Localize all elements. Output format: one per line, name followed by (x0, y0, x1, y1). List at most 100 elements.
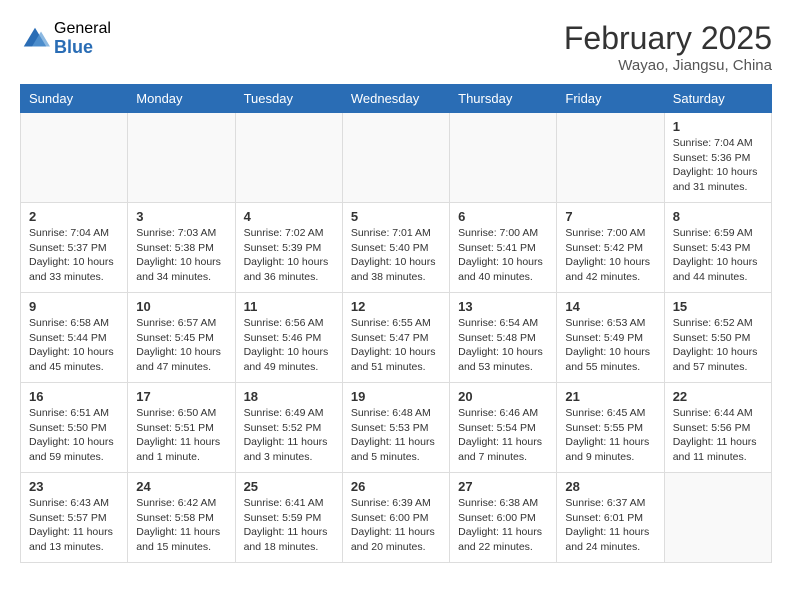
day-number: 27 (458, 479, 548, 494)
calendar-cell (128, 113, 235, 203)
day-info: Sunrise: 6:48 AM Sunset: 5:53 PM Dayligh… (351, 406, 441, 465)
calendar-cell: 16 Sunrise: 6:51 AM Sunset: 5:50 PM Dayli… (21, 383, 128, 473)
day-number: 1 (673, 119, 763, 134)
day-info: Sunrise: 7:02 AM Sunset: 5:39 PM Dayligh… (244, 226, 334, 285)
day-number: 16 (29, 389, 119, 404)
calendar-cell (664, 473, 771, 563)
day-info: Sunrise: 6:42 AM Sunset: 5:58 PM Dayligh… (136, 496, 226, 555)
calendar-cell: 18 Sunrise: 6:49 AM Sunset: 5:52 PM Dayli… (235, 383, 342, 473)
calendar-cell: 6Sunrise: 7:00 AM Sunset: 5:41 PM Daylig… (450, 203, 557, 293)
calendar-cell: 5Sunrise: 7:01 AM Sunset: 5:40 PM Daylig… (342, 203, 449, 293)
day-number: 14 (565, 299, 655, 314)
day-number: 25 (244, 479, 334, 494)
day-info: Sunrise: 7:00 AM Sunset: 5:41 PM Dayligh… (458, 226, 548, 285)
calendar-cell (450, 113, 557, 203)
day-number: 15 (673, 299, 763, 314)
day-info: Sunrise: 7:00 AM Sunset: 5:42 PM Dayligh… (565, 226, 655, 285)
day-info: Sunrise: 6:43 AM Sunset: 5:57 PM Dayligh… (29, 496, 119, 555)
calendar-cell: 9Sunrise: 6:58 AM Sunset: 5:44 PM Daylig… (21, 293, 128, 383)
calendar-cell: 22Sunrise: 6:44 AM Sunset: 5:56 PM Dayli… (664, 383, 771, 473)
day-info: Sunrise: 6:58 AM Sunset: 5:44 PM Dayligh… (29, 316, 119, 375)
day-info: Sunrise: 6:39 AM Sunset: 6:00 PM Dayligh… (351, 496, 441, 555)
calendar-cell (342, 113, 449, 203)
calendar-cell: 24 Sunrise: 6:42 AM Sunset: 5:58 PM Dayli… (128, 473, 235, 563)
calendar-cell: 27 Sunrise: 6:38 AM Sunset: 6:00 PM Dayli… (450, 473, 557, 563)
location: Wayao, Jiangsu, China (564, 57, 772, 74)
day-info: Sunrise: 6:55 AM Sunset: 5:47 PM Dayligh… (351, 316, 441, 375)
day-number: 22 (673, 389, 763, 404)
week-row-4: 23 Sunrise: 6:43 AM Sunset: 5:57 PM Dayli… (21, 473, 772, 563)
calendar-cell: 23 Sunrise: 6:43 AM Sunset: 5:57 PM Dayli… (21, 473, 128, 563)
logo-icon (20, 24, 50, 54)
calendar-cell: 21Sunrise: 6:45 AM Sunset: 5:55 PM Dayli… (557, 383, 664, 473)
day-info: Sunrise: 6:45 AM Sunset: 5:55 PM Dayligh… (565, 406, 655, 465)
day-number: 10 (136, 299, 226, 314)
calendar-cell: 4 Sunrise: 7:02 AM Sunset: 5:39 PM Daylig… (235, 203, 342, 293)
day-number: 12 (351, 299, 441, 314)
day-info: Sunrise: 6:57 AM Sunset: 5:45 PM Dayligh… (136, 316, 226, 375)
weekday-header-wednesday: Wednesday (342, 85, 449, 113)
day-info: Sunrise: 6:38 AM Sunset: 6:00 PM Dayligh… (458, 496, 548, 555)
day-number: 19 (351, 389, 441, 404)
calendar-cell: 26 Sunrise: 6:39 AM Sunset: 6:00 PM Dayli… (342, 473, 449, 563)
month-title: February 2025 (564, 20, 772, 57)
calendar-cell (557, 113, 664, 203)
day-info: Sunrise: 6:54 AM Sunset: 5:48 PM Dayligh… (458, 316, 548, 375)
day-number: 8 (673, 209, 763, 224)
day-info: Sunrise: 6:49 AM Sunset: 5:52 PM Dayligh… (244, 406, 334, 465)
day-info: Sunrise: 7:03 AM Sunset: 5:38 PM Dayligh… (136, 226, 226, 285)
calendar-cell: 12 Sunrise: 6:55 AM Sunset: 5:47 PM Dayli… (342, 293, 449, 383)
weekday-header-monday: Monday (128, 85, 235, 113)
calendar-cell: 11Sunrise: 6:56 AM Sunset: 5:46 PM Dayli… (235, 293, 342, 383)
week-row-2: 9Sunrise: 6:58 AM Sunset: 5:44 PM Daylig… (21, 293, 772, 383)
day-info: Sunrise: 7:04 AM Sunset: 5:37 PM Dayligh… (29, 226, 119, 285)
calendar-cell: 10 Sunrise: 6:57 AM Sunset: 5:45 PM Dayli… (128, 293, 235, 383)
calendar-table: SundayMondayTuesdayWednesdayThursdayFrid… (20, 84, 772, 563)
day-info: Sunrise: 6:59 AM Sunset: 5:43 PM Dayligh… (673, 226, 763, 285)
day-info: Sunrise: 6:41 AM Sunset: 5:59 PM Dayligh… (244, 496, 334, 555)
calendar-cell: 19 Sunrise: 6:48 AM Sunset: 5:53 PM Dayli… (342, 383, 449, 473)
day-info: Sunrise: 6:52 AM Sunset: 5:50 PM Dayligh… (673, 316, 763, 375)
day-number: 28 (565, 479, 655, 494)
day-number: 3 (136, 209, 226, 224)
logo: General Blue (20, 20, 111, 57)
day-number: 13 (458, 299, 548, 314)
logo-blue-text: Blue (54, 38, 111, 58)
weekday-header-thursday: Thursday (450, 85, 557, 113)
day-info: Sunrise: 6:37 AM Sunset: 6:01 PM Dayligh… (565, 496, 655, 555)
logo-general: General (54, 20, 111, 38)
weekday-header-row: SundayMondayTuesdayWednesdayThursdayFrid… (21, 85, 772, 113)
day-number: 26 (351, 479, 441, 494)
day-number: 7 (565, 209, 655, 224)
calendar-cell (235, 113, 342, 203)
calendar-cell: 3 Sunrise: 7:03 AM Sunset: 5:38 PM Daylig… (128, 203, 235, 293)
week-row-1: 2Sunrise: 7:04 AM Sunset: 5:37 PM Daylig… (21, 203, 772, 293)
weekday-header-tuesday: Tuesday (235, 85, 342, 113)
title-block: February 2025 Wayao, Jiangsu, China (564, 20, 772, 74)
calendar-cell: 25 Sunrise: 6:41 AM Sunset: 5:59 PM Dayli… (235, 473, 342, 563)
calendar-cell: 13 Sunrise: 6:54 AM Sunset: 5:48 PM Dayli… (450, 293, 557, 383)
calendar-cell (21, 113, 128, 203)
calendar-cell: 7 Sunrise: 7:00 AM Sunset: 5:42 PM Daylig… (557, 203, 664, 293)
day-number: 4 (244, 209, 334, 224)
day-number: 18 (244, 389, 334, 404)
logo-text: General Blue (54, 20, 111, 57)
day-info: Sunrise: 6:53 AM Sunset: 5:49 PM Dayligh… (565, 316, 655, 375)
day-number: 23 (29, 479, 119, 494)
week-row-0: 1 Sunrise: 7:04 AM Sunset: 5:36 PM Daylig… (21, 113, 772, 203)
calendar-cell: 14 Sunrise: 6:53 AM Sunset: 5:49 PM Dayli… (557, 293, 664, 383)
day-number: 11 (244, 299, 334, 314)
weekday-header-friday: Friday (557, 85, 664, 113)
day-number: 24 (136, 479, 226, 494)
day-info: Sunrise: 6:50 AM Sunset: 5:51 PM Dayligh… (136, 406, 226, 465)
day-info: Sunrise: 7:04 AM Sunset: 5:36 PM Dayligh… (673, 136, 763, 195)
calendar-cell: 8 Sunrise: 6:59 AM Sunset: 5:43 PM Daylig… (664, 203, 771, 293)
calendar-cell: 17 Sunrise: 6:50 AM Sunset: 5:51 PM Dayli… (128, 383, 235, 473)
weekday-header-sunday: Sunday (21, 85, 128, 113)
calendar-cell: 20Sunrise: 6:46 AM Sunset: 5:54 PM Dayli… (450, 383, 557, 473)
day-number: 17 (136, 389, 226, 404)
weekday-header-saturday: Saturday (664, 85, 771, 113)
day-info: Sunrise: 6:51 AM Sunset: 5:50 PM Dayligh… (29, 406, 119, 465)
page-header: General Blue February 2025 Wayao, Jiangs… (20, 20, 772, 74)
day-number: 20 (458, 389, 548, 404)
